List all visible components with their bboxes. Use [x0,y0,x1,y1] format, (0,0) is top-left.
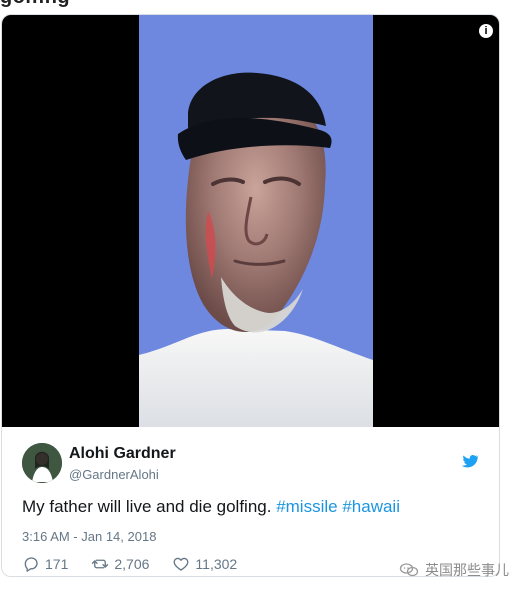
heart-icon [173,557,189,571]
tweet-actions: 171 2,706 11,302 [22,553,237,575]
tweet-text-plain: My father will live and die golfing. [22,497,277,516]
tweet-timestamp[interactable]: 3:16 AM - Jan 14, 2018 [22,529,156,544]
retweet-action[interactable]: 2,706 [91,555,149,573]
like-action[interactable]: 11,302 [172,555,237,573]
retweet-count: 2,706 [114,556,150,572]
hashtag-hawaii[interactable]: #hawaii [342,497,400,516]
reply-count: 171 [45,556,69,572]
source-watermark: 英国那些事儿 [399,559,514,581]
reply-icon [24,557,38,572]
page: golfing [0,0,522,593]
cropped-heading-text: golfing [0,0,220,10]
info-icon[interactable]: i [479,24,493,38]
watermark-label: 英国那些事儿 [425,562,509,578]
video-frame-image [139,15,373,427]
author-name[interactable]: Alohi Gardner [69,445,176,463]
reply-action[interactable]: 171 [22,555,68,573]
retweet-icon [92,559,109,569]
avatar-image [22,443,62,483]
embedded-tweet-card[interactable]: i Alohi Gardner @GardnerAlohi My father … [1,14,500,577]
wechat-icon [399,563,419,577]
like-count: 11,302 [195,556,238,572]
hashtag-missile[interactable]: #missile [276,497,337,516]
author-handle[interactable]: @GardnerAlohi [69,467,159,482]
tweet-video-media[interactable]: i [2,15,499,427]
author-avatar[interactable] [22,443,62,483]
tweet-content: Alohi Gardner @GardnerAlohi My father wi… [2,427,499,576]
tweet-text: My father will live and die golfing. #mi… [22,497,400,517]
twitter-bird-icon[interactable] [460,452,480,470]
video-frame[interactable] [139,15,373,427]
